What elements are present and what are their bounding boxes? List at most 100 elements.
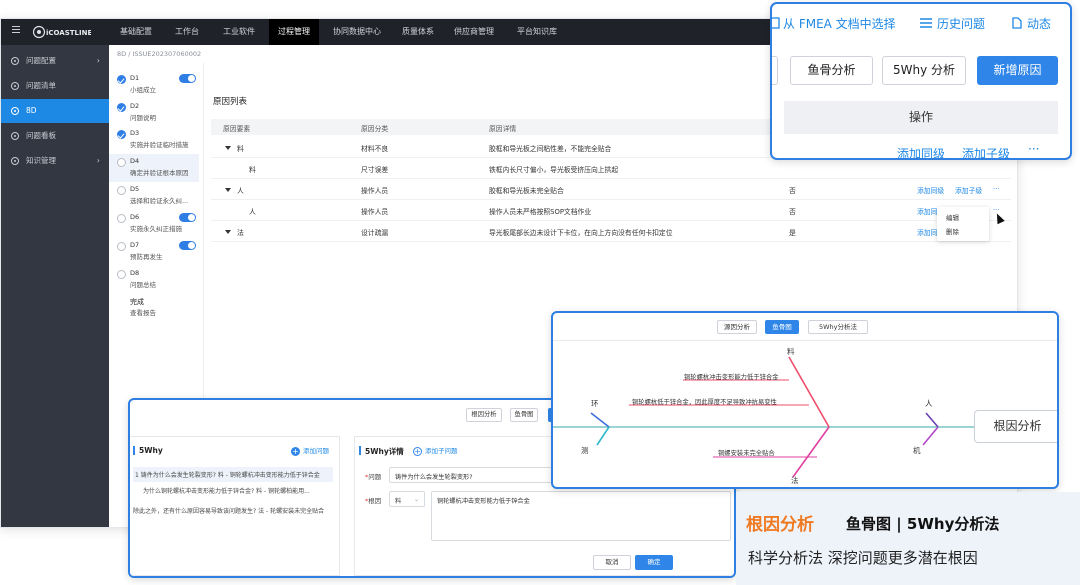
sidebar-item-label: 问题看板: [26, 131, 56, 140]
nav-knowledge-base[interactable]: 平台知识库: [507, 19, 567, 45]
step-d6[interactable]: D6 实施永久纠正措施: [109, 210, 199, 238]
step-name: 实施并验证临时措施: [130, 141, 189, 149]
nav-industrial-software[interactable]: 工业软件: [217, 19, 261, 45]
cause-label: *根因: [365, 497, 382, 505]
menu-item-edit[interactable]: 编辑: [946, 212, 959, 222]
row-detail: 胶框和导光板之间粘性差，不能完全贴合: [489, 145, 612, 153]
nav-basic-config[interactable]: 基础配置: [115, 19, 157, 45]
caption-highlight: 根因分析: [746, 515, 814, 535]
nav-collab-data-center[interactable]: 协同数据中心: [327, 19, 387, 45]
fmea-select-label: 从 FMEA 文档中选择: [783, 17, 896, 31]
activity-link[interactable]: 动态: [1012, 15, 1051, 32]
tab-fishbone[interactable]: 鱼骨图: [510, 408, 538, 422]
add-question-button[interactable]: + 添加问题: [291, 445, 329, 456]
table-row[interactable]: 人 操作人员 操作人员未严格按照SOP文档作业 否 添加同级 ···: [211, 200, 1011, 221]
fishbone-analysis-button[interactable]: 鱼骨分析: [790, 56, 873, 85]
fmea-select-link[interactable]: 从 FMEA 文档中选择: [772, 15, 896, 32]
sidebar-item-knowledge[interactable]: 知识管理 ›: [1, 149, 109, 173]
add-child-link-large[interactable]: 添加子级: [962, 145, 1010, 158]
sidebar-item-issue-list[interactable]: 问题清单: [1, 74, 109, 98]
step-d1[interactable]: D1 小组成立: [109, 71, 199, 99]
step-name: 实施永久纠正措施: [130, 225, 182, 233]
step-toggle[interactable]: [179, 74, 196, 83]
5why-analysis-button[interactable]: 5Why 分析: [882, 56, 966, 85]
row-element: 料: [225, 143, 244, 153]
sidebar-item-label: 知识管理: [26, 156, 56, 165]
step-d8[interactable]: D8 问题总结: [109, 266, 199, 294]
caret-down-icon[interactable]: [225, 230, 231, 234]
sidebar-item-issue-board[interactable]: 问题看板: [1, 124, 109, 148]
5why-item[interactable]: 1 铸件为什么会发生轮裂变形? 料 - 铜轮螺杭冲击变形能力低于锌合金: [133, 467, 333, 482]
step-d4[interactable]: D4 确定并验证根本原因: [109, 154, 199, 182]
nav-process-management[interactable]: 过程管理: [269, 19, 319, 45]
hamburger-menu-icon[interactable]: [12, 26, 20, 34]
step-d7[interactable]: D7 预防再发生: [109, 238, 199, 266]
step-d5[interactable]: D5 选择和验证永久纠...: [109, 182, 199, 210]
category-material: 料: [787, 347, 795, 356]
category-method: 法: [791, 476, 799, 485]
row-category: 操作人员: [361, 187, 389, 195]
confirm-button[interactable]: 确定: [635, 555, 673, 570]
row-element: 法: [225, 227, 244, 237]
add-child-question-button[interactable]: + 添加子问题: [413, 445, 458, 456]
table-row[interactable]: 料 尺寸误差 铁框内长尺寸偏小，导光板受挤压向上拱起: [211, 158, 1011, 179]
add-sibling-link-large[interactable]: 添加同级: [897, 145, 945, 158]
plus-circle-icon: +: [413, 447, 422, 456]
table-row[interactable]: 法 设计疏漏 导光板尾部长边未设计下卡位，在向上方向没有任何卡扣定位 是 添加同…: [211, 221, 1011, 242]
step-d3[interactable]: D3 实施并验证临时措施: [109, 126, 199, 154]
row-flag: 否: [789, 208, 796, 216]
cause-detail-textarea[interactable]: 铜轮螺杭冲击变形能力低于锌合金: [431, 491, 731, 541]
check-circle-icon: [117, 130, 126, 139]
pending-circle-icon: [117, 158, 126, 167]
step-code: D1: [130, 74, 140, 82]
caption-subtitle: 鱼骨图 | 5Why分析法: [846, 515, 1000, 533]
more-icon-large[interactable]: ···: [1028, 142, 1039, 156]
column-header: 原因要素: [223, 125, 251, 133]
question-label: *问题: [365, 473, 382, 481]
check-circle-icon: [117, 103, 126, 112]
add-child-link[interactable]: 添加子级: [955, 185, 982, 195]
bone-machine: [922, 426, 939, 446]
5why-item[interactable]: 为什么铜轮螺杭冲击变形能力低于锌合金? 料 - 铜轮螺柏能用...: [143, 486, 310, 495]
partial-button[interactable]: [772, 56, 778, 85]
nav-quality-system[interactable]: 质量体系: [395, 19, 441, 45]
pending-circle-icon: [117, 186, 126, 195]
5why-item[interactable]: 除此之外，还有什么原因容易导致该问题发生? 法 - 轮螺安装未完全贴合: [133, 506, 324, 515]
row-detail: 胶框和导光板未完全贴合: [489, 187, 564, 195]
step-d2[interactable]: D2 问题说明: [109, 99, 199, 127]
5why-detail-title: 5Why详情: [359, 446, 404, 456]
column-header: 原因详情: [489, 125, 517, 133]
history-issues-link[interactable]: 历史问题: [920, 15, 985, 32]
table-row[interactable]: 人 操作人员 胶框和导光板未完全贴合 否 添加同级 添加子级 ···: [211, 179, 1011, 200]
breadcrumb: 8D / ISSUE202307060002: [117, 50, 202, 58]
nav-supplier-management[interactable]: 供应商管理: [449, 19, 499, 45]
caret-down-icon[interactable]: [225, 146, 231, 150]
step-name: 预防再发生: [130, 253, 163, 261]
nav-workbench[interactable]: 工作台: [167, 19, 207, 45]
cause-element-select[interactable]: 料 ⌄: [389, 491, 425, 507]
cancel-button[interactable]: 取消: [593, 555, 631, 570]
step-toggle[interactable]: [179, 241, 196, 250]
chevron-right-icon: ›: [96, 56, 100, 65]
cause-label: 铜轮螺杭冲击变形能力低于锌合金: [684, 374, 779, 381]
row-context-menu: 编辑 删除: [937, 207, 989, 241]
add-sibling-link[interactable]: 添加同级: [917, 185, 944, 195]
step-code: D8: [130, 269, 140, 277]
page-title: 原因列表: [213, 97, 248, 107]
plus-circle-icon: +: [291, 447, 300, 456]
sidebar: 问题配置 › 问题清单 8D 问题看板 知识管理 ›: [1, 45, 109, 527]
5why-list-title: 5Why: [133, 446, 163, 455]
more-icon[interactable]: ···: [993, 185, 999, 193]
operations-column-header: 操作: [784, 101, 1058, 134]
caret-down-icon[interactable]: [225, 188, 231, 192]
column-header: 原因分类: [361, 125, 389, 133]
step-complete[interactable]: 完成 查看报告: [109, 294, 199, 322]
step-code: D5: [130, 185, 140, 193]
step-toggle[interactable]: [179, 213, 196, 222]
sidebar-item-issue-config[interactable]: 问题配置 ›: [1, 49, 109, 73]
category-measure: 测: [581, 446, 589, 455]
menu-item-delete[interactable]: 删除: [946, 226, 959, 236]
tab-root-cause[interactable]: 根因分析: [466, 408, 502, 422]
sidebar-item-8d[interactable]: 8D: [1, 99, 109, 123]
add-cause-button[interactable]: 新增原因: [977, 56, 1058, 85]
